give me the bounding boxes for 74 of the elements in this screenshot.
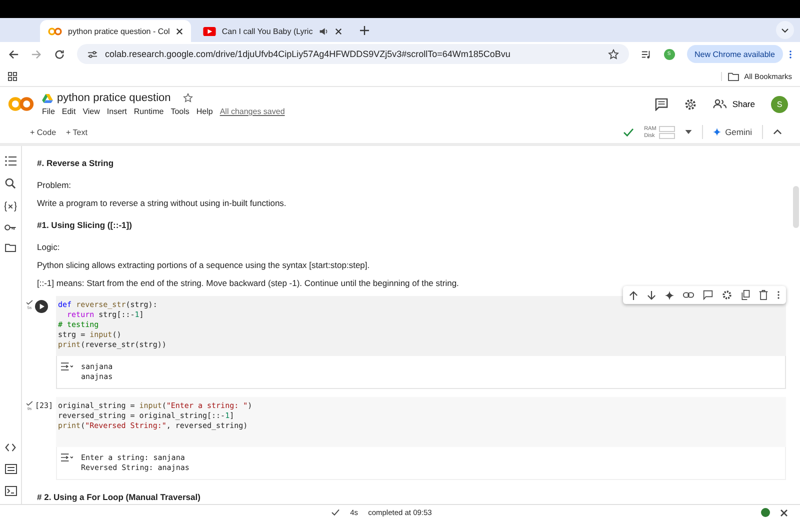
settings-icon[interactable]: [722, 290, 732, 300]
status-dot-icon: [761, 508, 770, 517]
menu-item[interactable]: View: [82, 107, 100, 116]
colab-logo-icon: [48, 26, 62, 36]
text-paragraph: [::-1] means: Start from the end of the string. Move backward (step -1). Continue until the beginning of the string.: [36, 277, 459, 290]
search-icon[interactable]: [5, 178, 16, 189]
output-icon[interactable]: [61, 362, 73, 371]
link-icon[interactable]: [683, 292, 694, 298]
section-heading: # 2. Using a For Loop (Manual Traversal): [36, 491, 200, 504]
variables-icon[interactable]: [4, 201, 17, 212]
site-settings-icon[interactable]: [87, 50, 98, 58]
people-icon: [713, 99, 728, 109]
section-heading: #1. Using Slicing ([::-1]): [36, 219, 132, 232]
settings-icon[interactable]: [684, 98, 698, 110]
comment-icon[interactable]: [655, 98, 668, 110]
run-button-icon[interactable]: [35, 300, 48, 313]
close-icon[interactable]: [780, 508, 788, 516]
share-button[interactable]: Share: [713, 99, 755, 109]
star-icon[interactable]: [182, 93, 193, 103]
save-status-link[interactable]: All changes saved: [220, 107, 285, 116]
move-down-icon[interactable]: [647, 290, 656, 300]
copy-icon[interactable]: [741, 290, 750, 300]
new-tab-icon[interactable]: [360, 26, 369, 35]
notebook-title[interactable]: python pratice question: [57, 92, 171, 104]
sparkle-icon: [713, 128, 722, 136]
move-up-icon[interactable]: [629, 290, 638, 300]
text-paragraph: Write a program to reverse a string without using in-built functions.: [36, 197, 286, 210]
section-heading: #. Reverse a String: [36, 157, 114, 170]
browser-tab[interactable]: Can I call You Baby (Lyric: [194, 20, 350, 42]
star-icon[interactable]: [608, 48, 619, 60]
comment-icon[interactable]: [703, 290, 713, 300]
drive-icon[interactable]: [42, 94, 53, 102]
text-paragraph: Problem:: [36, 179, 72, 192]
terminal-icon[interactable]: [4, 486, 16, 496]
check-icon: [331, 509, 340, 516]
close-icon[interactable]: [176, 28, 183, 34]
dropdown-icon[interactable]: [685, 130, 692, 134]
output-icon[interactable]: [61, 453, 73, 462]
menu-item[interactable]: File: [42, 107, 55, 116]
add-code-button[interactable]: + Code: [30, 128, 56, 136]
address-bar[interactable]: colab.research.google.com/drive/1djuUfvb4CipLiy57Ag4HFWDDS9VZj5v3#scrollTo=64Wm185CoBvu: [77, 44, 629, 64]
key-icon[interactable]: [4, 224, 17, 231]
more-icon[interactable]: [777, 290, 780, 300]
apps-icon[interactable]: [8, 72, 17, 80]
check-icon: [623, 128, 634, 136]
table-of-contents-icon[interactable]: [4, 156, 16, 166]
folder-icon: [728, 72, 740, 80]
collapse-icon[interactable]: [773, 129, 782, 135]
tab-search-icon[interactable]: [776, 21, 794, 39]
text-paragraph: Logic:: [36, 241, 60, 254]
sparkle-icon[interactable]: [665, 290, 674, 300]
reload-icon[interactable]: [54, 48, 65, 60]
command-palette-icon[interactable]: [4, 464, 16, 474]
update-button[interactable]: New Chrome available: [686, 45, 783, 63]
menu-item[interactable]: Tools: [170, 107, 190, 116]
check-icon: [26, 401, 33, 406]
media-icon[interactable]: [640, 48, 652, 60]
more-icon[interactable]: [789, 48, 792, 60]
browser-tab[interactable]: python pratice question - Col: [40, 20, 191, 42]
menu-item[interactable]: Help: [196, 107, 213, 116]
gemini-button[interactable]: Gemini: [713, 127, 752, 137]
video-play-icon: [202, 26, 216, 36]
text-paragraph: Python slicing allows extracting portions of a sequence using the syntax [start:stop:step].: [36, 259, 370, 272]
back-icon[interactable]: [8, 48, 19, 60]
add-text-button[interactable]: + Text: [66, 128, 88, 136]
delete-icon[interactable]: [759, 290, 768, 300]
check-icon: [26, 300, 33, 305]
folder-icon[interactable]: [5, 243, 16, 252]
code-icon[interactable]: [5, 443, 16, 452]
menu-item[interactable]: Edit: [62, 107, 76, 116]
menu-item[interactable]: Runtime: [134, 107, 164, 116]
close-icon[interactable]: [334, 28, 342, 34]
menu-item[interactable]: Insert: [106, 107, 127, 116]
colab-logo-icon[interactable]: [8, 96, 34, 112]
